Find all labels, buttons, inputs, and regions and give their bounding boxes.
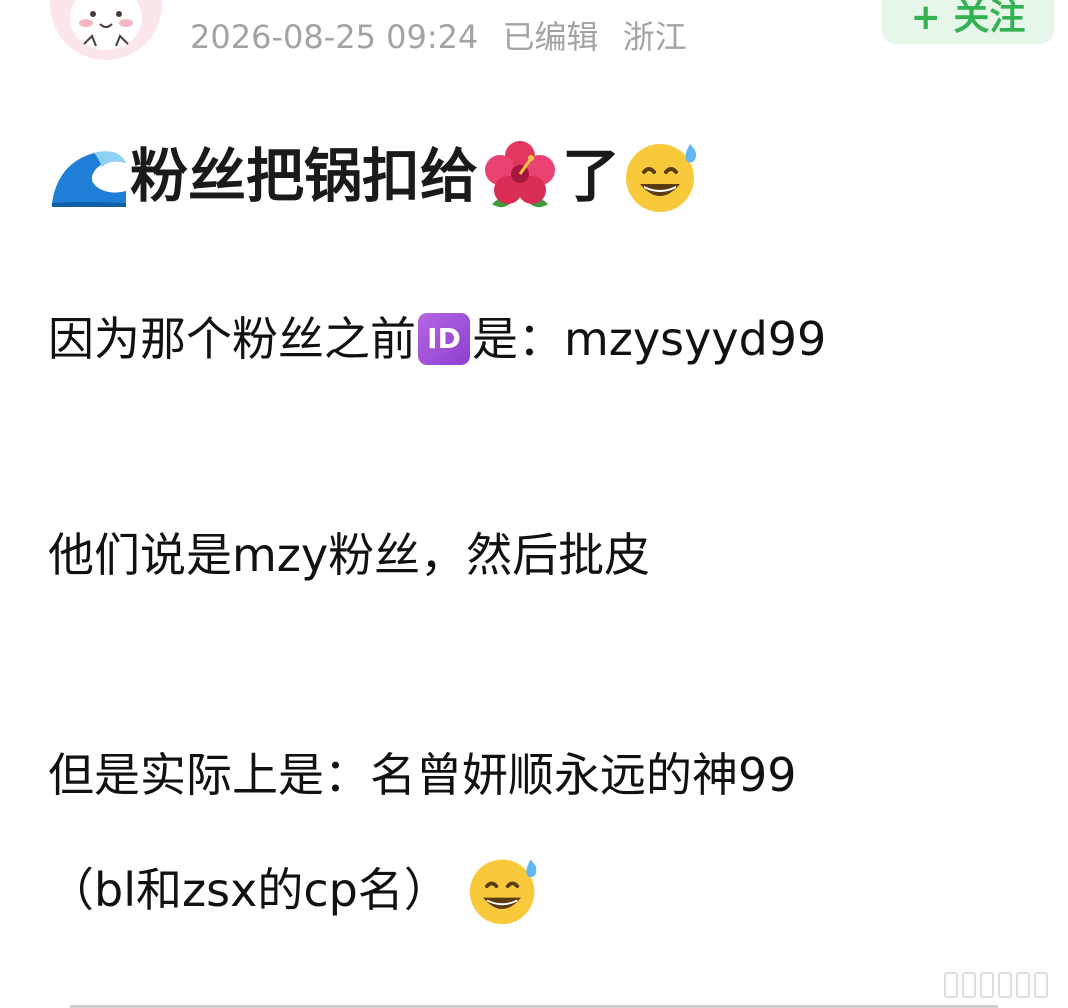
post-paragraph-3: 但是实际上是：名曾妍顺永远的神99 xyxy=(48,748,797,802)
sweat-smile-emoji-icon xyxy=(469,859,537,925)
avatar[interactable] xyxy=(50,0,162,60)
paragraph-4-text: （bl和zsx的cp名） xyxy=(48,863,450,917)
wave-emoji-icon xyxy=(52,151,126,207)
post-location: 浙江 xyxy=(622,18,687,56)
post-paragraph-1: 因为那个粉丝之前 ID 是：mzysyyd99 xyxy=(48,308,826,370)
post-timestamp: 2026-08-25 09:24 xyxy=(190,18,479,56)
paragraph-1-suffix: 是：mzysyyd99 xyxy=(472,312,827,366)
post-title: 粉丝把锅扣给 了 xyxy=(48,136,704,216)
watermark-icon xyxy=(944,972,1048,998)
sweat-smile-emoji-icon xyxy=(626,144,697,212)
post-title-suffix: 了 xyxy=(562,142,621,210)
paragraph-1-prefix: 因为那个粉丝之前 xyxy=(48,312,416,366)
post-paragraph-4: （bl和zsx的cp名） xyxy=(48,852,544,928)
follow-button[interactable]: + 关注 xyxy=(882,0,1054,44)
id-emoji-icon: ID xyxy=(418,313,470,365)
edited-label: 已编辑 xyxy=(502,18,599,56)
post-title-text: 粉丝把锅扣给 xyxy=(130,142,479,210)
hibiscus-emoji-icon xyxy=(485,141,556,208)
post-paragraph-2: 他们说是mzy粉丝，然后批皮 xyxy=(48,528,651,582)
avatar-illustration xyxy=(50,0,162,60)
post-meta: 2026-08-25 09:24 已编辑 浙江 xyxy=(190,14,701,60)
